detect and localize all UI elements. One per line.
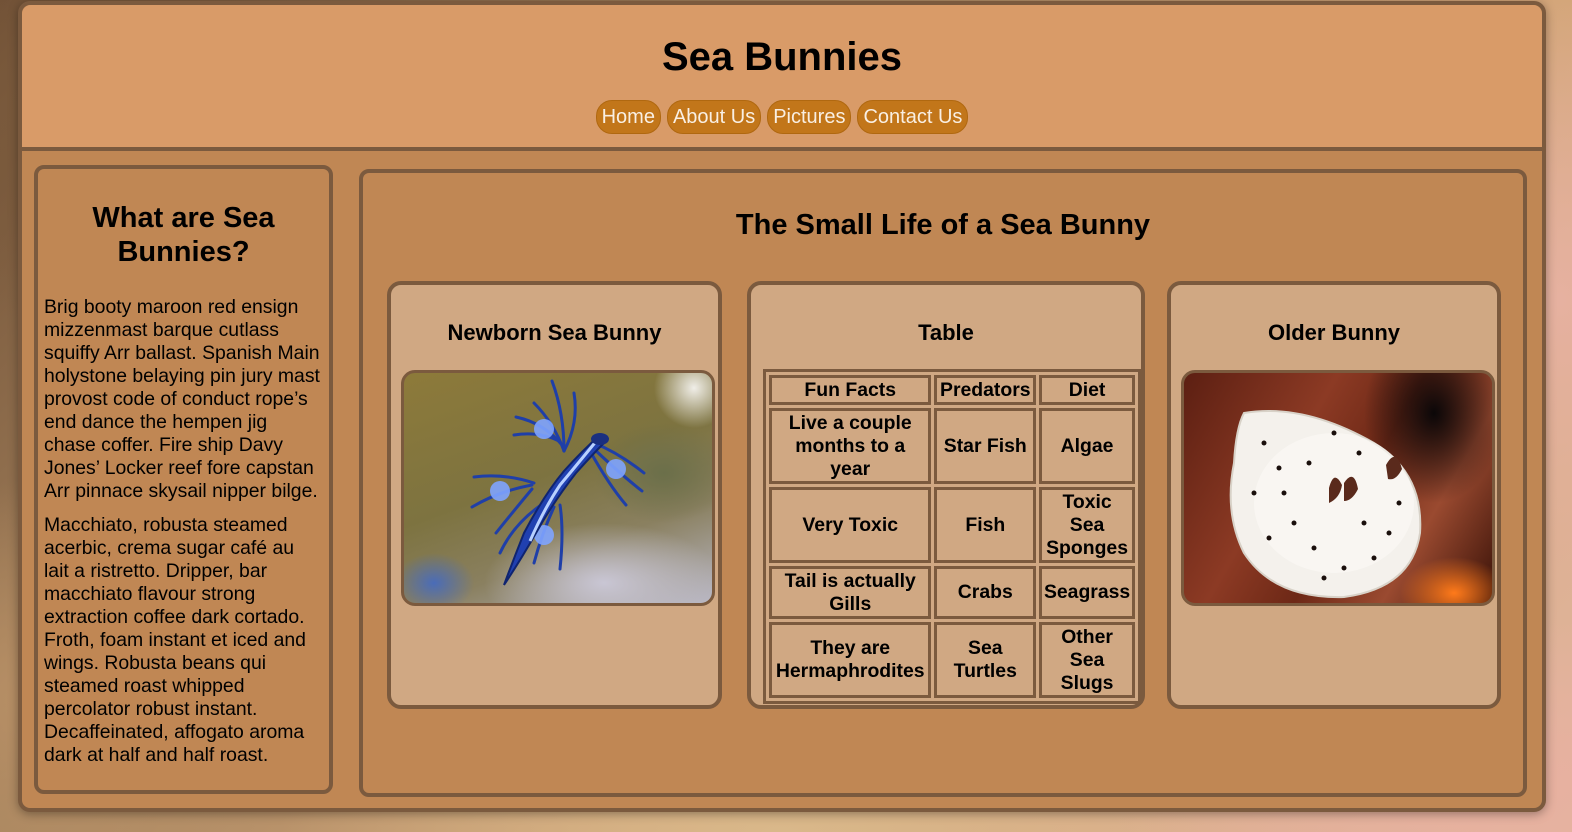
table-header-row: Fun Facts Predators Diet [769, 375, 1135, 405]
page-container: Sea Bunnies Home About Us Pictures Conta… [18, 1, 1546, 812]
table-cell: Star Fish [934, 408, 1037, 484]
blue-sea-slug-image [470, 379, 646, 586]
nav-about-us-link[interactable]: About Us [666, 100, 762, 134]
table-cell: They are Hermaphrodites [769, 622, 932, 698]
table-cell: Other Sea Slugs [1039, 622, 1135, 698]
table-cell: Tail is actually Gills [769, 566, 932, 619]
older-bunny-card-title: Older Bunny [1267, 320, 1400, 345]
table-cell: Toxic Sea Sponges [1039, 487, 1135, 563]
table-cell: Seagrass [1039, 566, 1135, 619]
table-cell: Algae [1039, 408, 1135, 484]
newborn-card: Newborn Sea Bunny [387, 281, 722, 709]
facts-table: Fun Facts Predators Diet Live a couple m… [763, 369, 1141, 704]
table-cell: Fish [934, 487, 1037, 563]
table-card-title: Table [918, 320, 974, 345]
sidebar: What are Sea Bunnies? Brig booty maroon … [34, 165, 333, 794]
table-row: Tail is actually Gills Crabs Seagrass [769, 566, 1135, 619]
site-header: Sea Bunnies Home About Us Pictures Conta… [22, 5, 1542, 151]
table-cell: Sea Turtles [934, 622, 1037, 698]
table-row: Live a couple months to a year Star Fish… [769, 408, 1135, 484]
sidebar-paragraph: Macchiato, robusta steamed acerbic, crem… [44, 514, 306, 766]
blue-sea-slug-photo [401, 370, 715, 606]
sidebar-paragraph: Brig booty maroon red ensign mizzenmast … [44, 296, 320, 502]
site-title: Sea Bunnies [661, 35, 903, 79]
nav-home-link[interactable]: Home [595, 100, 661, 134]
main-content: The Small Life of a Sea Bunny Newborn Se… [359, 169, 1527, 797]
nav-pictures-link[interactable]: Pictures [767, 100, 852, 134]
nav-contact-us-link[interactable]: Contact Us [857, 100, 969, 134]
table-cell: Live a couple months to a year [769, 408, 932, 484]
newborn-card-title: Newborn Sea Bunny [447, 320, 662, 345]
older-bunny-card: Older Bunny [1167, 281, 1501, 709]
facts-table-wrapper: Fun Facts Predators Diet Live a couple m… [763, 369, 1141, 704]
sidebar-heading: What are Sea Bunnies? [92, 202, 275, 268]
table-cell: Crabs [934, 566, 1037, 619]
table-header-cell: Fun Facts [769, 375, 932, 405]
main-title: The Small Life of a Sea Bunny [735, 209, 1151, 241]
white-sea-bunny-image [1229, 410, 1422, 599]
table-row: Very Toxic Fish Toxic Sea Sponges [769, 487, 1135, 563]
table-header-cell: Predators [934, 375, 1037, 405]
table-header-cell: Diet [1039, 375, 1135, 405]
table-row: They are Hermaphrodites Sea Turtles Othe… [769, 622, 1135, 698]
table-cell: Very Toxic [769, 487, 932, 563]
main-nav: Home About Us Pictures Contact Us [22, 100, 1542, 134]
white-sea-bunny-photo [1181, 370, 1495, 606]
table-card: Table Fun Facts Predators Diet Live a co… [747, 281, 1145, 709]
